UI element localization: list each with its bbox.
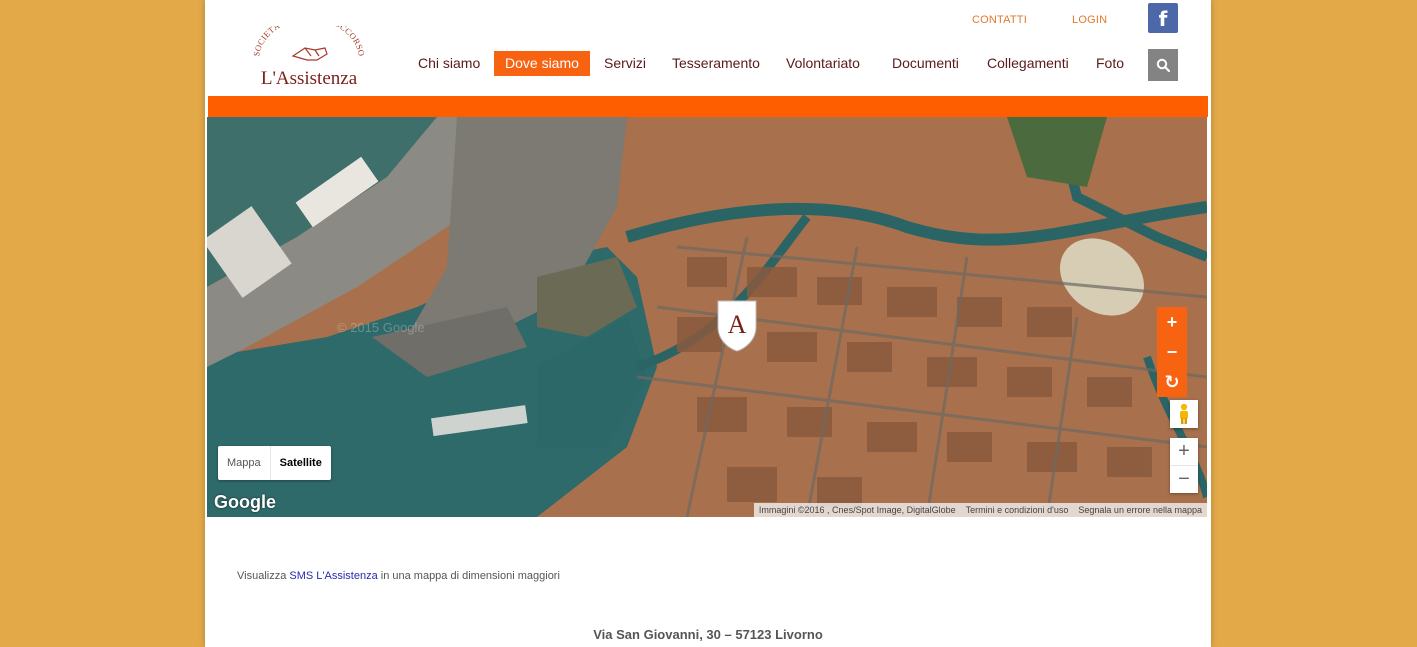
map-type-mappa-button[interactable]: Mappa: [218, 446, 270, 480]
nav-tesseramento[interactable]: Tesseramento: [672, 51, 760, 76]
main-nav: Chi siamo Dove siamo Servizi Tesserament…: [205, 51, 1211, 76]
address-text: Via San Giovanni, 30 – 57123 Livorno: [593, 627, 823, 642]
report-error-link[interactable]: Segnala un errore nella mappa: [1078, 505, 1202, 515]
map-type-satellite-button[interactable]: Satellite: [269, 446, 331, 480]
zoom-out-button[interactable]: −: [1170, 466, 1198, 493]
nav-volontariato[interactable]: Volontariato: [786, 51, 860, 76]
pegman-icon: [1180, 403, 1188, 424]
marker-letter: A: [728, 310, 747, 339]
view-larger-prefix: Visualizza: [237, 570, 290, 582]
map-imagery: © 2015 Google: [207, 117, 1207, 517]
custom-map-controls: + − ↻: [1157, 307, 1187, 397]
zoom-in-button[interactable]: +: [1170, 438, 1198, 466]
custom-zoom-out-button[interactable]: −: [1157, 337, 1187, 367]
facebook-icon[interactable]: f: [1148, 3, 1178, 33]
nav-dove-siamo[interactable]: Dove siamo: [494, 51, 590, 76]
google-logo: Google: [214, 492, 276, 512]
view-larger-suffix: in una mappa di dimensioni maggiori: [377, 570, 560, 582]
top-links: CONTATTI LOGIN: [205, 12, 1211, 32]
terms-link[interactable]: Termini e condizioni d'uso: [966, 505, 1069, 515]
satellite-map[interactable]: © 2015 Google A Mappa Satellite Google I…: [207, 117, 1207, 517]
view-larger-map-link[interactable]: SMS L'Assistenza: [289, 570, 377, 582]
page-container: SOCIETÀ DI MUTUO SOCCORSO L'Assistenza C…: [205, 0, 1211, 647]
contatti-link[interactable]: CONTATTI: [972, 14, 1027, 26]
location-marker-icon[interactable]: A: [714, 297, 760, 353]
search-button[interactable]: [1148, 49, 1178, 81]
nav-collegamenti[interactable]: Collegamenti: [987, 51, 1069, 76]
zoom-controls: + −: [1170, 438, 1198, 493]
nav-chi-siamo[interactable]: Chi siamo: [418, 51, 480, 76]
nav-documenti[interactable]: Documenti: [892, 51, 959, 76]
login-link[interactable]: LOGIN: [1072, 14, 1107, 26]
nav-foto[interactable]: Foto: [1096, 51, 1124, 76]
search-icon: [1156, 58, 1170, 72]
map-watermark: © 2015 Google: [337, 320, 425, 335]
map-attribution: Immagini ©2016 , Cnes/Spot Image, Digita…: [753, 503, 1207, 517]
nav-servizi[interactable]: Servizi: [604, 51, 646, 76]
street-view-pegman-button[interactable]: [1170, 400, 1198, 428]
header-accent-bar: [208, 96, 1208, 117]
custom-zoom-in-button[interactable]: +: [1157, 307, 1187, 337]
map-type-toggle: Mappa Satellite: [218, 446, 331, 480]
imagery-credit: Immagini ©2016 , Cnes/Spot Image, Digita…: [758, 505, 956, 515]
reset-map-icon[interactable]: ↻: [1157, 367, 1187, 397]
view-larger-map-text: Visualizza SMS L'Assistenza in una mappa…: [237, 570, 560, 582]
